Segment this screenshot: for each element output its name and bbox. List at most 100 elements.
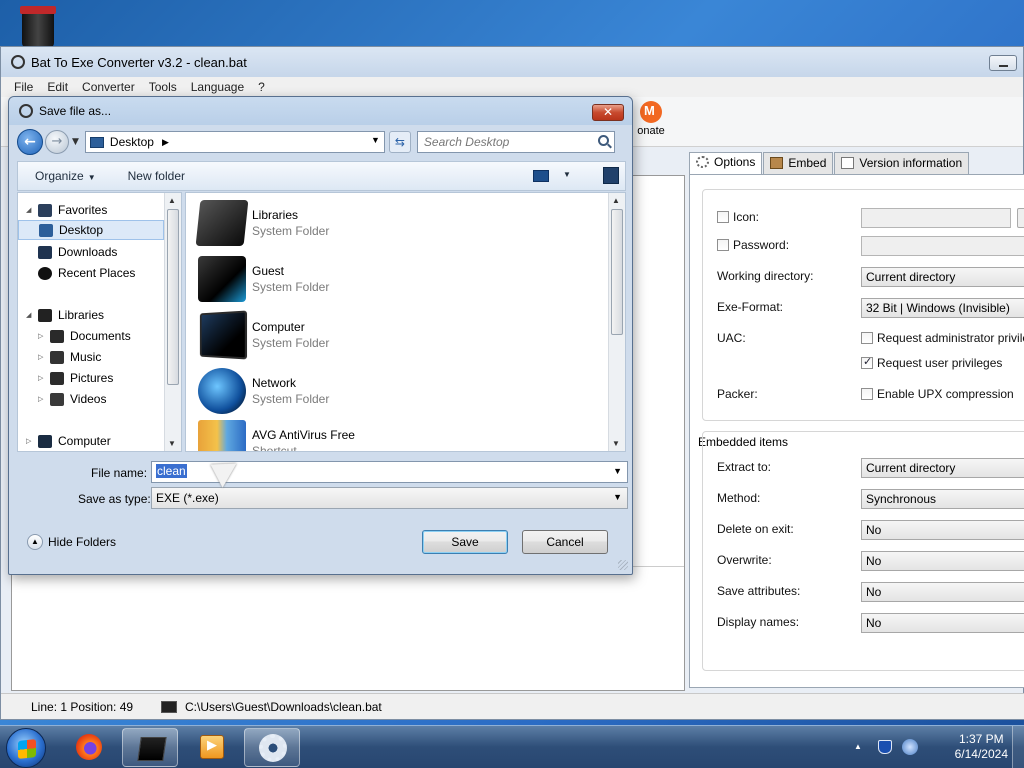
icon-browse-button[interactable]: [1017, 208, 1024, 228]
upx-option[interactable]: Enable UPX compression: [861, 387, 1014, 401]
show-hidden-icons-icon[interactable]: ▲: [854, 742, 862, 751]
uac-user-checkbox[interactable]: [861, 355, 873, 369]
taskbar-firefox[interactable]: [60, 728, 116, 767]
search-input[interactable]: Search Desktop: [416, 131, 615, 153]
taskbar-media-player[interactable]: [184, 728, 240, 767]
minimize-button[interactable]: [989, 55, 1017, 71]
cancel-button[interactable]: Cancel: [522, 530, 608, 554]
tree-favorites[interactable]: ◢ Favorites: [18, 200, 107, 220]
tab-version-information[interactable]: Version information: [834, 152, 970, 174]
refresh-button[interactable]: ⇆: [388, 131, 411, 153]
overwrite-select[interactable]: No: [861, 551, 1024, 571]
menu-language[interactable]: Language: [184, 80, 251, 94]
menu-edit[interactable]: Edit: [40, 80, 75, 94]
icon-path-field[interactable]: [861, 208, 1011, 228]
password-option[interactable]: Password:: [717, 238, 789, 252]
file-list-scrollbar[interactable]: ▲ ▼: [608, 193, 625, 451]
tree-pictures[interactable]: ▷ Pictures: [30, 368, 113, 388]
menu-file[interactable]: File: [7, 80, 40, 94]
extract-to-select[interactable]: Current directory: [861, 458, 1024, 478]
delete-on-exit-select[interactable]: No: [861, 520, 1024, 540]
expand-icon[interactable]: ▷: [38, 374, 48, 382]
dialog-close-button[interactable]: ✕: [592, 104, 624, 121]
file-item-network[interactable]: Network System Folder: [198, 365, 329, 417]
file-name-value[interactable]: clean: [156, 464, 187, 478]
tree-desktop[interactable]: Desktop: [18, 220, 164, 240]
file-name-dropdown-icon[interactable]: ▼: [613, 466, 622, 476]
working-directory-select[interactable]: Current directory: [861, 267, 1024, 287]
save-attributes-select[interactable]: No: [861, 582, 1024, 602]
upx-checkbox[interactable]: [861, 388, 873, 400]
preview-pane-icon[interactable]: [603, 167, 619, 184]
password-checkbox[interactable]: [717, 239, 729, 251]
password-field[interactable]: [861, 236, 1024, 256]
scroll-up-icon[interactable]: ▲: [612, 196, 620, 205]
tree-music[interactable]: ▷ Music: [30, 347, 101, 367]
forward-button[interactable]: →: [45, 130, 69, 154]
tab-options[interactable]: Options: [689, 152, 763, 174]
menu-converter[interactable]: Converter: [75, 80, 142, 94]
search-icon[interactable]: [597, 135, 609, 146]
view-options-chevron-icon[interactable]: ▼: [563, 170, 571, 179]
menu-help[interactable]: ?: [251, 80, 272, 94]
file-item-avg[interactable]: AVG AntiVirus Free Shortcut: [198, 417, 355, 451]
save-type-dropdown-icon[interactable]: ▼: [613, 492, 622, 502]
scroll-thumb[interactable]: [167, 209, 179, 385]
change-view-icon[interactable]: [533, 170, 549, 182]
hide-folders-label: Hide Folders: [48, 535, 117, 549]
start-button[interactable]: [6, 728, 46, 768]
taskbar-bat-to-exe[interactable]: [244, 728, 300, 767]
clock[interactable]: 1:37 PM 6/14/2024: [955, 732, 1008, 762]
uac-admin-checkbox[interactable]: [861, 332, 873, 344]
taskbar-app-black[interactable]: [122, 728, 178, 767]
breadcrumb-chevron-icon[interactable]: ▶: [162, 137, 169, 148]
computer-icon: [38, 434, 52, 448]
file-item-libraries[interactable]: Libraries System Folder: [195, 197, 329, 249]
desktop-shortcut-icon[interactable]: [18, 4, 58, 48]
display-names-select[interactable]: No: [861, 613, 1024, 633]
network-icon[interactable]: [902, 739, 918, 755]
icon-option[interactable]: Icon:: [717, 210, 759, 224]
show-desktop-button[interactable]: [1012, 726, 1024, 768]
expand-icon[interactable]: ▷: [38, 395, 48, 403]
tree-documents[interactable]: ▷ Documents: [30, 326, 131, 346]
file-item-guest[interactable]: Guest System Folder: [198, 253, 329, 305]
uac-admin-option[interactable]: Request administrator privileges: [861, 331, 1024, 345]
tree-videos[interactable]: ▷ Videos: [30, 389, 106, 409]
tab-embed[interactable]: Embed: [763, 152, 834, 174]
address-location[interactable]: Desktop: [110, 135, 154, 149]
resize-grip[interactable]: [618, 560, 628, 570]
collapse-icon[interactable]: ◢: [26, 311, 36, 319]
expand-icon[interactable]: ▷: [38, 332, 48, 340]
save-button[interactable]: Save: [422, 530, 508, 554]
hide-folders-button[interactable]: ▲ Hide Folders: [27, 534, 116, 550]
new-folder-button[interactable]: New folder: [128, 169, 185, 183]
back-button[interactable]: ←: [17, 129, 43, 155]
method-select[interactable]: Synchronous: [861, 489, 1024, 509]
tree-computer[interactable]: ▷ Computer: [18, 431, 111, 451]
icon-checkbox[interactable]: [717, 211, 729, 223]
file-item-computer[interactable]: Computer System Folder: [198, 309, 329, 361]
exe-format-select[interactable]: 32 Bit | Windows (Invisible): [861, 298, 1024, 318]
tree-label: Computer: [58, 434, 111, 448]
tree-recent-places[interactable]: Recent Places: [18, 263, 135, 283]
action-center-flag-icon[interactable]: [878, 740, 892, 754]
donate-button[interactable]: onate: [629, 101, 673, 137]
uac-user-option[interactable]: Request user privileges: [861, 355, 1002, 370]
menu-tools[interactable]: Tools: [142, 80, 184, 94]
address-bar[interactable]: Desktop ▶ ▼: [84, 131, 385, 153]
recent-pages-dropdown-icon[interactable]: ▼: [72, 137, 79, 147]
expand-icon[interactable]: ▷: [38, 353, 48, 361]
expand-icon[interactable]: ▷: [26, 437, 36, 445]
tree-libraries[interactable]: ◢ Libraries: [18, 305, 104, 325]
scroll-down-icon[interactable]: ▼: [612, 439, 620, 448]
scroll-up-icon[interactable]: ▲: [168, 196, 176, 205]
scroll-down-icon[interactable]: ▼: [168, 439, 176, 448]
tree-downloads[interactable]: Downloads: [18, 242, 117, 262]
scroll-thumb[interactable]: [611, 209, 623, 335]
nav-scrollbar[interactable]: ▲ ▼: [164, 193, 181, 451]
organize-button[interactable]: Organize ▼: [35, 169, 96, 183]
address-dropdown-icon[interactable]: ▼: [371, 135, 380, 145]
collapse-icon[interactable]: ◢: [26, 206, 36, 214]
save-type-select[interactable]: EXE (*.exe) ▼: [151, 487, 628, 509]
